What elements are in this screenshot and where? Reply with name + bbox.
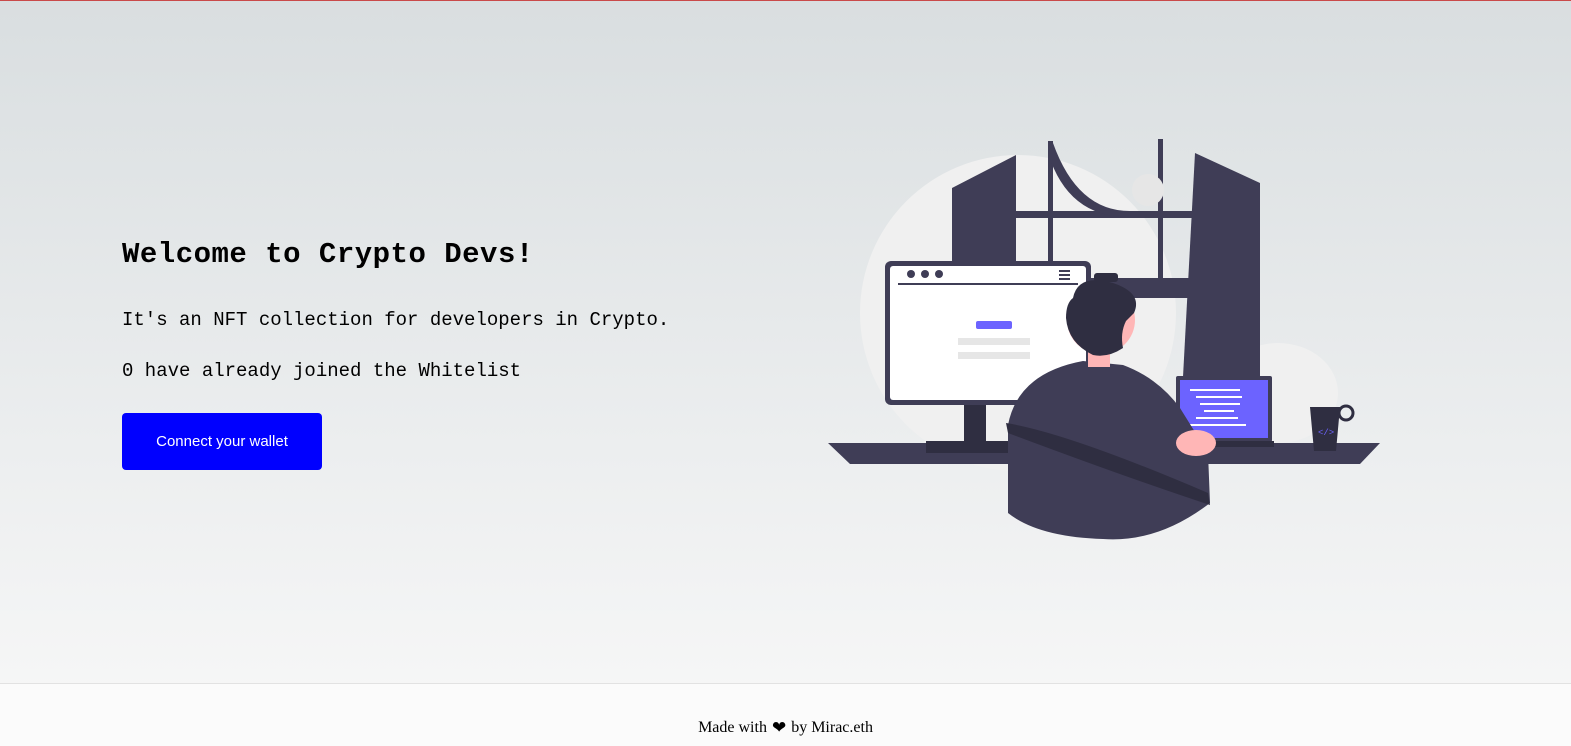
svg-text:</>: </> xyxy=(1318,428,1334,438)
main-section: Welcome to Crypto Devs! It's an NFT coll… xyxy=(0,1,1571,683)
footer-made-with: Made with xyxy=(698,718,767,736)
description-text: It's an NFT collection for developers in… xyxy=(122,309,670,331)
connect-wallet-button[interactable]: Connect your wallet xyxy=(122,413,322,470)
whitelist-count-text: 0 have already joined the Whitelist xyxy=(122,360,522,382)
hero-content: Welcome to Crypto Devs! It's an NFT coll… xyxy=(122,233,762,470)
footer-author: by Mirac.eth xyxy=(791,718,873,736)
heart-icon: ❤ xyxy=(771,717,787,737)
footer: Made with ❤ by Mirac.eth xyxy=(0,683,1571,746)
page-title: Welcome to Crypto Devs! xyxy=(122,238,534,271)
developer-at-desk-illustration: </> xyxy=(828,139,1380,540)
